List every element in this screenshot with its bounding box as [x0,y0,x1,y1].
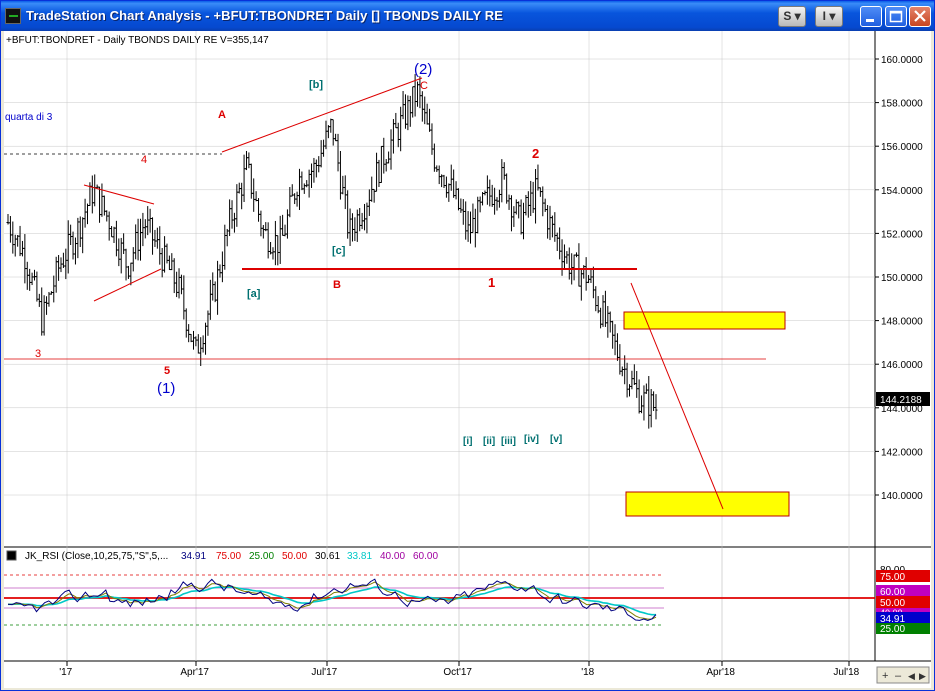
wave-1-label: 1 [488,275,495,290]
price-tick-label: 142.0000 [881,447,923,458]
wave-b-minor-label: [b] [309,79,323,91]
window-title: TradeStation Chart Analysis - +BFUT:TBON… [26,8,504,23]
price-tick-label: 150.0000 [881,273,923,284]
time-tick-label: Apr'18 [706,667,735,678]
price-tick-label: 152.0000 [881,229,923,240]
time-axis: '17 Apr'17 Jul'17 Oct'17 '18 Apr'18 Jul'18 [59,661,860,678]
rsi-main-line [7,578,657,622]
price-tick-label: 148.0000 [881,317,923,328]
wave-b-label: B [333,279,341,291]
i-dropdown-button[interactable]: I ▾ [815,6,843,27]
i-button-label: I [822,9,826,23]
price-panel [4,31,875,547]
price-tick-label: 140.0000 [881,491,923,502]
app-icon [5,8,21,24]
rsi-legend-v6: 33.81 [347,551,372,562]
rsi-legend-v3: 25.00 [249,551,274,562]
close-icon [914,10,926,22]
s-dropdown-button[interactable]: S ▾ [778,6,806,27]
wave-c-label: C [420,80,428,92]
rsi-signal-olive [7,581,657,620]
time-tick-label: Jul'17 [311,667,337,678]
subwave-v-label: [v] [550,434,562,445]
rsi-legend-v2: 75.00 [216,551,241,562]
scroll-left-icon[interactable]: ◀ [908,671,915,681]
last-price-label: 144.2188 [880,395,922,406]
price-tick-label: 156.0000 [881,142,923,153]
rsi-legend-v4: 50.00 [282,551,307,562]
rsi-legend-icon [6,550,17,561]
wave-a-minor-label: [a] [247,288,261,300]
price-tick-label: 158.0000 [881,99,923,110]
subwave-iv-label: [iv] [524,434,539,445]
time-tick-label: '17 [59,667,72,678]
subwave-iii-label: [iii] [501,436,516,447]
subwave-ii-label: [ii] [483,436,495,447]
price-axis: 160.0000 158.0000 156.0000 154.0000 152.0000… [875,55,923,502]
wave-4-label: 4 [141,154,147,166]
maximize-icon [889,10,903,23]
wave-a-label: A [218,109,226,121]
chart-area[interactable]: (2) (1) A C B [b] [a] [c] 3 4 5 1 2 [i] … [4,31,931,688]
close-button[interactable] [909,6,931,27]
application-window: TradeStation Chart Analysis - +BFUT:TBON… [0,0,935,691]
time-tick-label: Apr'17 [180,667,209,678]
minimize-icon [866,19,874,22]
wave-c-minor-label: [c] [332,245,346,257]
wave-1-major-label: (1) [157,380,175,397]
chart-header: +BFUT:TBONDRET - Daily TBONDS DAILY RE V… [6,35,269,46]
time-tick-label: '18 [581,667,594,678]
zoom-out-icon[interactable]: – [895,670,902,682]
rsi-legend-v7: 40.00 [380,551,405,562]
rsi-legend-v1: 34.91 [181,551,206,562]
rsi-legend-name: JK_RSI (Close,10,25,75,"S",5,... [25,551,168,562]
price-tick-label: 146.0000 [881,360,923,371]
rsi-tag-25: 25.00 [880,624,905,635]
rsi-legend-v5: 30.61 [315,551,340,562]
maximize-button[interactable] [885,6,907,27]
wave-3-label: 3 [35,348,41,360]
target-zone-lower [625,491,790,517]
subwave-i-label: [i] [463,436,472,447]
wave-2-label: 2 [532,146,539,161]
rsi-tag-75: 75.00 [880,572,905,583]
price-chart[interactable]: (2) (1) A C B [b] [a] [c] 3 4 5 1 2 [i] … [4,31,931,688]
rsi-grid [66,548,850,661]
wave-2-major-label: (2) [414,61,432,78]
chart-note: quarta di 3 [5,112,53,123]
price-tick-label: 160.0000 [881,55,923,66]
title-bar[interactable]: TradeStation Chart Analysis - +BFUT:TBON… [1,1,934,31]
rsi-legend-v8: 60.00 [413,551,438,562]
s-button-label: S [783,9,792,23]
time-tick-label: Jul'18 [833,667,859,678]
scroll-right-icon[interactable]: ▶ [919,671,926,681]
zoom-in-icon[interactable]: + [882,670,888,682]
price-tick-label: 154.0000 [881,186,923,197]
wave-5-label: 5 [164,365,170,377]
time-tick-label: Oct'17 [443,667,472,678]
minimize-button[interactable] [860,6,882,27]
rsi-legend: JK_RSI (Close,10,25,75,"S",5,... 34.91 7… [25,551,438,562]
